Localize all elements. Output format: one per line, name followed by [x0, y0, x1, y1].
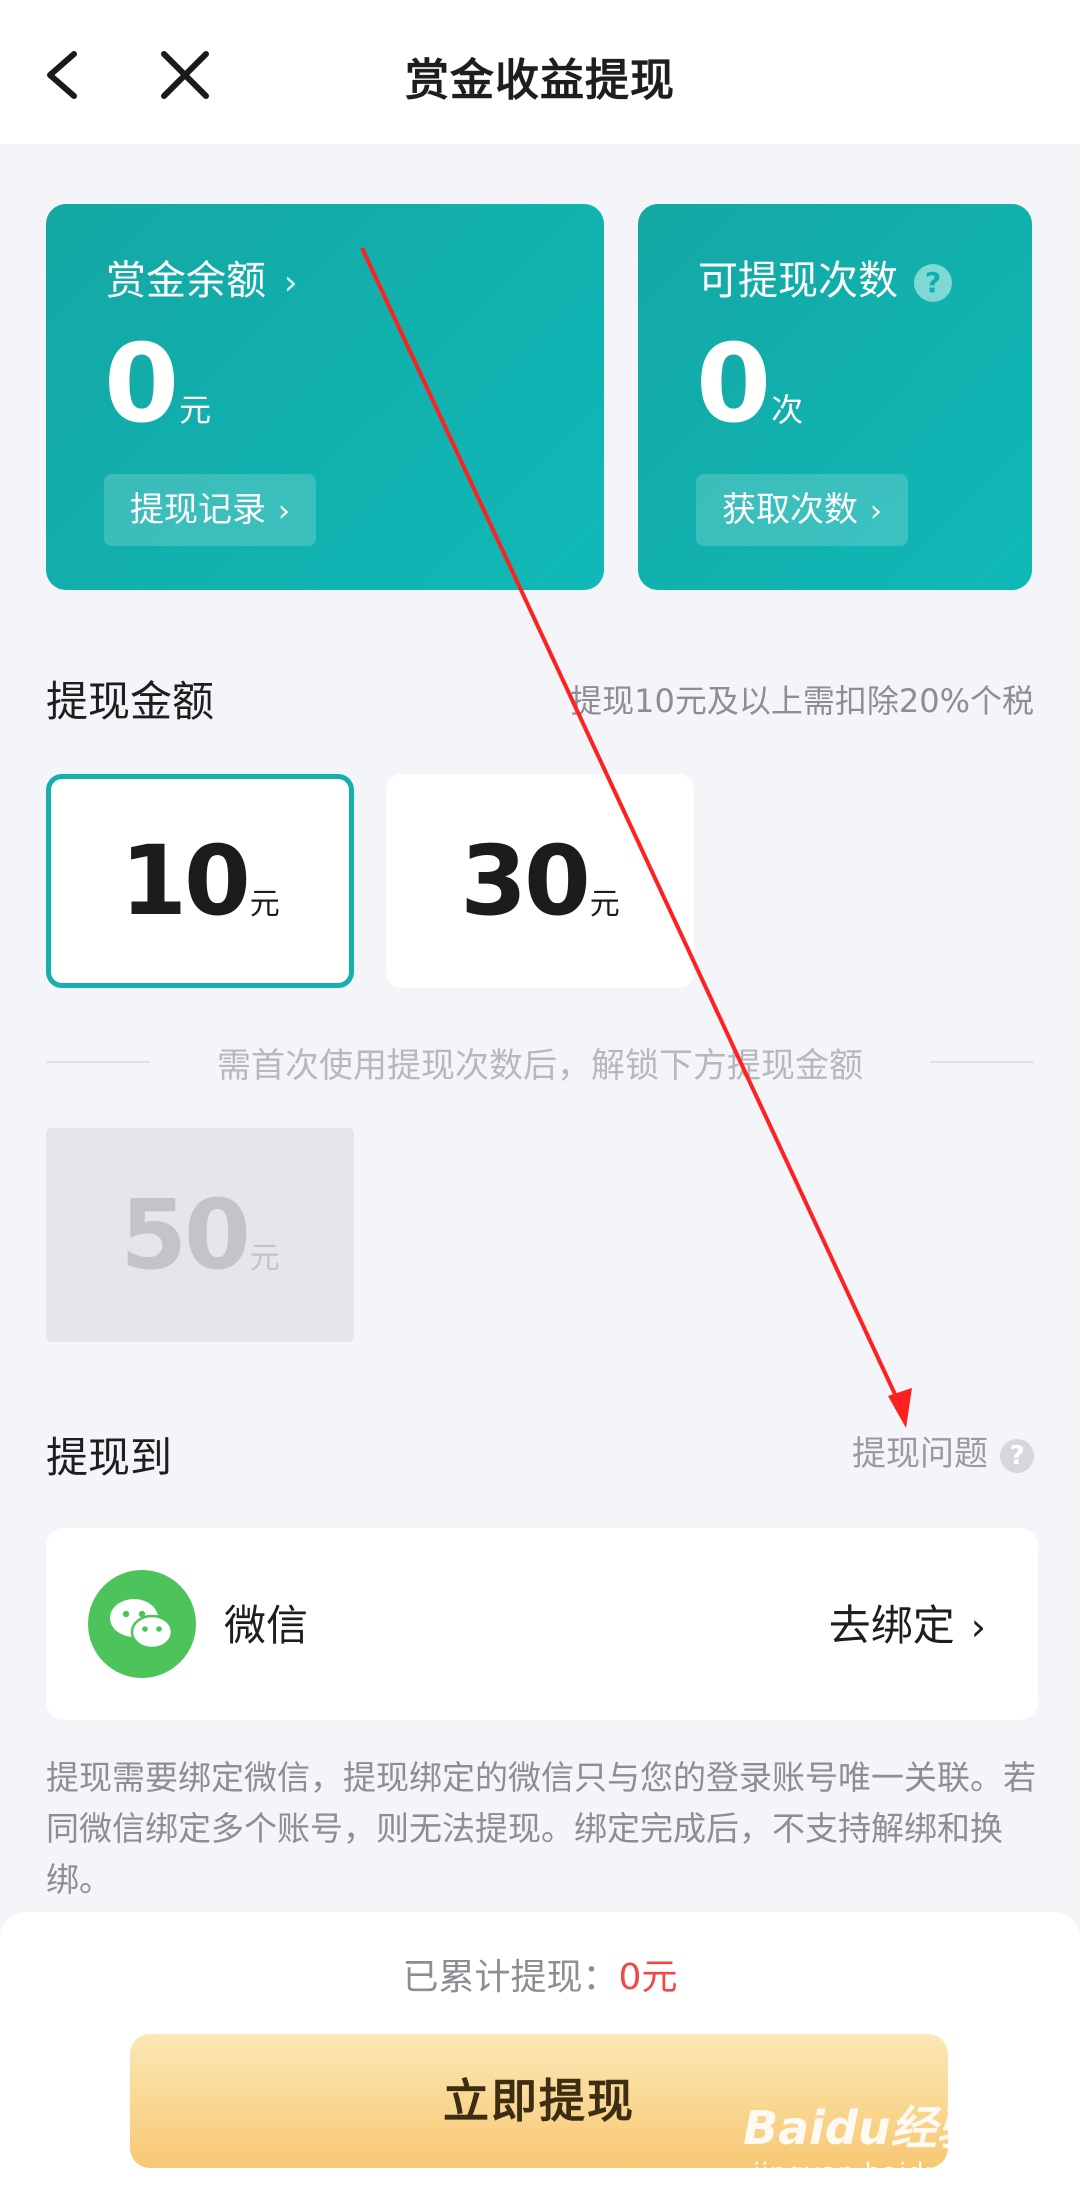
count-number: 0 — [696, 322, 771, 447]
unlock-note: 需首次使用提现次数后，解锁下方提现金额 — [217, 1046, 863, 1086]
top-bar: 赏金收益提现 — [0, 0, 1080, 144]
chevron-right-icon: › — [278, 494, 290, 529]
balance-title-link[interactable]: 赏金余额 › — [106, 248, 298, 306]
count-unit: 次 — [771, 391, 804, 429]
withdraw-to-title: 提现到 — [46, 1433, 173, 1482]
get-count-label: 获取次数 — [722, 490, 858, 530]
balance-value: 0元 — [104, 322, 211, 447]
chevron-right-icon: › — [284, 263, 298, 303]
watermark-main: Baidu经验 — [743, 2101, 983, 2155]
tax-note: 提现10元及以上需扣除20%个税 — [570, 682, 1034, 720]
withdraw-records-button[interactable]: 提现记录 › — [104, 474, 316, 546]
chevron-right-icon: › — [970, 1605, 986, 1649]
withdraw-question-link[interactable]: 提现问题? — [852, 1426, 1034, 1475]
help-icon: ? — [1000, 1438, 1034, 1473]
bind-label: 去绑定 — [828, 1601, 955, 1650]
amount-option-30[interactable]: 30元 — [386, 774, 694, 988]
amount-option-10[interactable]: 10元 — [46, 774, 354, 988]
payment-method-name: 微信 — [224, 1601, 309, 1650]
balance-card: 赏金余额 › 0元 提现记录 › — [46, 204, 604, 590]
wechat-bind-row[interactable]: 微信 去绑定 › — [46, 1528, 1038, 1720]
count-title: 可提现次数 — [698, 258, 898, 304]
watermark-sub: jingyan.baidu.com — [753, 2158, 1010, 2188]
total-withdrawn: 已累计提现：0元 — [0, 1948, 1080, 2000]
question-label: 提现问题 — [852, 1434, 988, 1474]
count-value: 0次 — [696, 322, 803, 447]
total-label: 已累计提现： — [402, 1957, 619, 1998]
amount-number: 10 — [120, 825, 251, 937]
balance-number: 0 — [104, 322, 179, 447]
help-icon[interactable]: ? — [914, 264, 952, 302]
bind-wechat-button[interactable]: 去绑定 › — [829, 1592, 986, 1653]
withdraw-records-label: 提现记录 — [130, 490, 266, 530]
count-title-row: 可提现次数? — [698, 248, 952, 306]
amount-unit: 元 — [589, 887, 620, 922]
balance-title: 赏金余额 — [106, 258, 266, 304]
withdraw-count-card: 可提现次数? 0次 获取次数 › — [638, 204, 1032, 590]
binding-notice: 提现需要绑定微信，提现绑定的微信只与您的登录账号唯一关联。若同微信绑定多个账号，… — [46, 1758, 1036, 1899]
get-count-button[interactable]: 获取次数 › — [696, 474, 908, 546]
balance-unit: 元 — [179, 391, 212, 429]
total-value: 0元 — [618, 1957, 678, 1998]
watermark: Baidu经验 jingyan.baidu.com — [743, 2092, 1010, 2188]
amount-option-50-locked: 50元 — [46, 1128, 354, 1342]
amount-unit: 元 — [249, 887, 280, 922]
amount-number: 50 — [120, 1179, 251, 1291]
amount-unit: 元 — [249, 1241, 280, 1276]
amount-section-title: 提现金额 — [46, 677, 215, 726]
wechat-icon — [88, 1570, 196, 1678]
page-title: 赏金收益提现 — [405, 55, 675, 106]
amount-number: 30 — [460, 825, 591, 937]
chevron-right-icon: › — [870, 494, 882, 529]
